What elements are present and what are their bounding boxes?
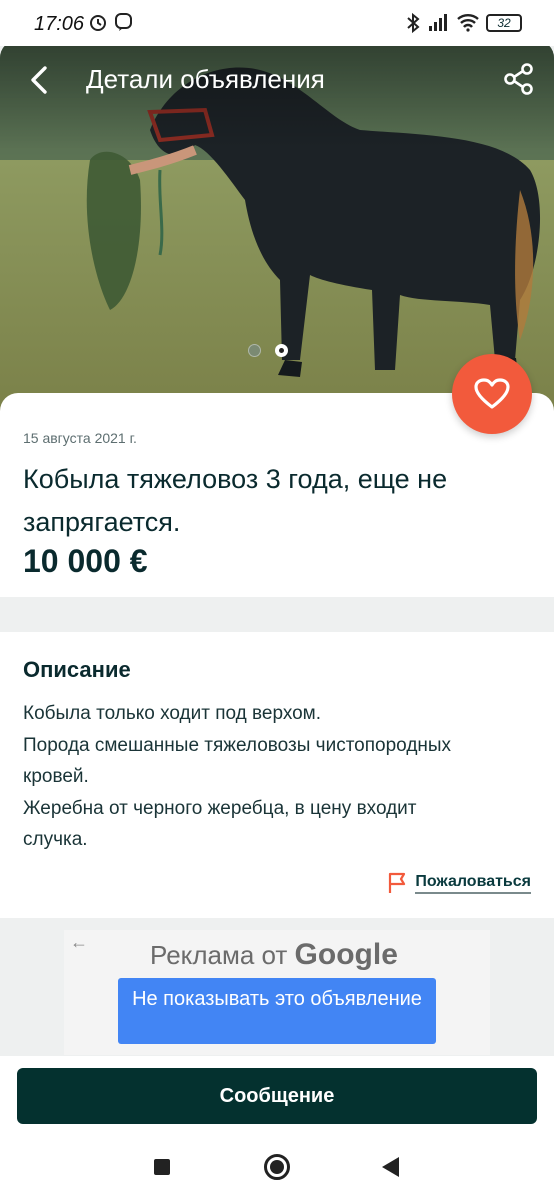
- description-text: Кобыла только ходит под верхом. Порода с…: [23, 698, 523, 856]
- description-section: Описание Кобыла только ходит под верхом.…: [0, 632, 554, 918]
- favorite-button[interactable]: [452, 354, 532, 434]
- back-arrow-icon[interactable]: [22, 62, 58, 98]
- recents-icon[interactable]: [154, 1159, 170, 1175]
- bottom-action-bar: Сообщение: [0, 1056, 554, 1134]
- ad-back-arrow-icon[interactable]: ←: [70, 932, 88, 953]
- listing-price: 10 000 €: [23, 543, 148, 579]
- listing-title: Кобыла тяжеловоз 3 года, еще не запрягае…: [23, 464, 448, 537]
- page-title: Детали объявления: [86, 64, 325, 94]
- google-ad: ← Реклама от Google Не показывать это об…: [64, 930, 490, 1055]
- gallery-pager[interactable]: [248, 344, 288, 357]
- flag-icon: [389, 872, 406, 893]
- status-time: 17:06: [34, 13, 85, 35]
- status-bar: 17:06 32: [0, 0, 554, 46]
- bluetooth-icon: [407, 12, 420, 34]
- signal-icon: [429, 14, 447, 31]
- report-link[interactable]: Пожаловаться: [387, 872, 531, 894]
- ad-title: Реклама от Google: [150, 938, 398, 972]
- report-label[interactable]: Пожаловаться: [415, 873, 531, 894]
- battery-level: 32: [497, 16, 511, 30]
- description-heading: Описание: [23, 657, 131, 682]
- pager-dot-2[interactable]: [275, 344, 288, 357]
- ad-title-prefix: Реклама от: [150, 940, 288, 970]
- hide-ad-button[interactable]: Не показывать это объявление: [118, 978, 436, 1044]
- system-back-icon[interactable]: [382, 1157, 399, 1177]
- wifi-icon: [457, 14, 479, 32]
- home-icon[interactable]: [264, 1154, 290, 1180]
- description-line: Порода смешанные тяжеловозы чистопородны…: [23, 734, 452, 756]
- share-icon[interactable]: [502, 62, 536, 96]
- pager-dot-1[interactable]: [248, 344, 261, 357]
- description-line: Жеребна от черного жеребца, в цену входи…: [23, 797, 417, 819]
- heart-icon: [474, 378, 510, 409]
- system-nav-bar: [0, 1134, 554, 1200]
- message-button[interactable]: Сообщение: [17, 1068, 537, 1124]
- ad-title-brand: Google: [294, 938, 398, 971]
- description-line: Кобыла только ходит под верхом.: [23, 703, 322, 724]
- listing-date: 15 августа 2021 г.: [23, 430, 137, 446]
- alarm-icon: [90, 15, 106, 31]
- viber-icon: [115, 13, 132, 31]
- description-line: кровей.: [23, 766, 89, 787]
- description-line: случка.: [23, 829, 88, 850]
- battery-icon: 32: [486, 14, 522, 32]
